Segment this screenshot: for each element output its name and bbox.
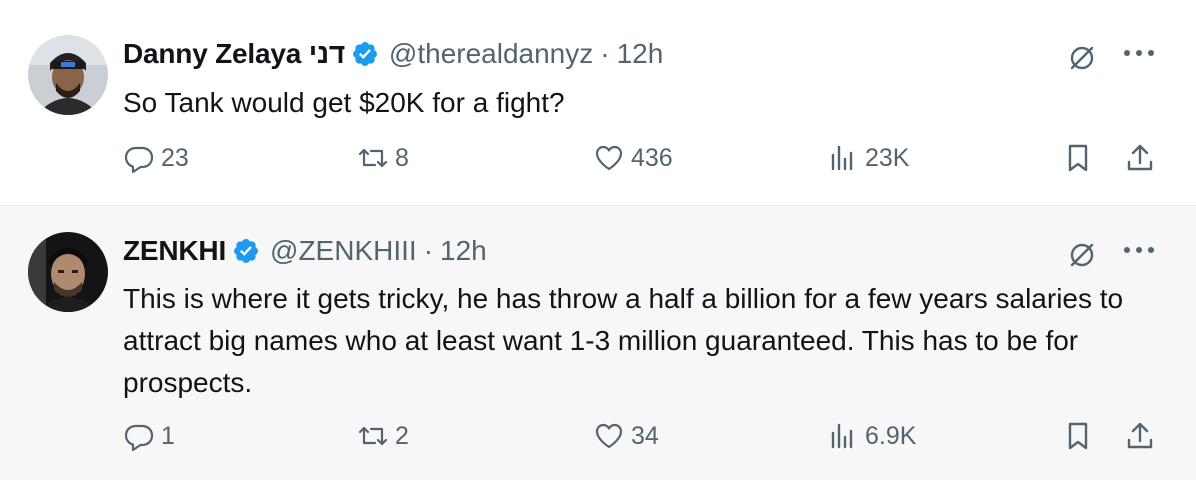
reply-count: 23 (161, 143, 189, 172)
avatar[interactable] (28, 232, 108, 312)
share-icon (1127, 144, 1153, 171)
share-button[interactable] (1124, 420, 1156, 452)
repost-count: 2 (395, 421, 409, 450)
timestamp[interactable]: 12h (440, 235, 487, 267)
view-count: 6.9K (865, 421, 917, 450)
like-button[interactable]: 436 (593, 142, 673, 174)
timestamp[interactable]: 12h (617, 38, 664, 70)
author-handle[interactable]: @ZENKHIII (270, 235, 417, 267)
views-icon (831, 145, 853, 171)
author-name[interactable]: Danny Zelaya דני (123, 38, 345, 70)
tweet[interactable]: Danny Zelaya דני @therealdannyz · 12h So… (0, 8, 1196, 206)
action-bar: 23 8 436 23K (0, 142, 1196, 182)
bookmark-button[interactable] (1062, 142, 1094, 174)
repost-icon (358, 148, 388, 168)
tweet[interactable]: ZENKHI @ZENKHIII · 12h This is where it … (0, 206, 1196, 480)
separator-dot: · (423, 235, 434, 266)
heart-icon (595, 423, 623, 449)
repost-button[interactable]: 8 (357, 142, 409, 174)
heart-icon (595, 145, 623, 171)
repost-icon (358, 426, 388, 446)
avatar[interactable] (28, 35, 108, 115)
bookmark-icon (1068, 422, 1088, 450)
views-icon (831, 423, 853, 449)
bookmark-icon (1068, 144, 1088, 172)
like-count: 34 (631, 421, 659, 450)
tweet-header: Danny Zelaya דני @therealdannyz · 12h (123, 38, 663, 70)
reply-icon (124, 424, 154, 452)
bookmark-button[interactable] (1062, 420, 1094, 452)
more-icon[interactable] (1124, 50, 1154, 62)
grok-icon[interactable] (1066, 42, 1098, 74)
views-button[interactable]: 23K (827, 142, 909, 174)
tweet-text: This is where it gets tricky, he has thr… (123, 283, 1124, 398)
avatar-image (28, 35, 108, 115)
action-bar: 1 2 34 6.9K (0, 420, 1196, 460)
repost-count: 8 (395, 143, 409, 172)
tweet-text: So Tank would get $20K for a fight? (123, 87, 565, 118)
reply-icon (124, 146, 154, 174)
view-count: 23K (865, 143, 910, 172)
author-name[interactable]: ZENKHI (123, 235, 226, 267)
author-handle[interactable]: @therealdannyz (389, 38, 593, 70)
timeline-feed: Danny Zelaya דני @therealdannyz · 12h So… (0, 0, 1196, 480)
like-button[interactable]: 34 (593, 420, 659, 452)
share-button[interactable] (1124, 142, 1156, 174)
separator-dot: · (600, 38, 610, 69)
reply-button[interactable]: 23 (123, 142, 189, 174)
share-icon (1127, 422, 1153, 449)
verified-badge-icon (232, 237, 260, 265)
grok-icon[interactable] (1066, 239, 1098, 271)
verified-badge-icon (351, 40, 379, 68)
tweet-header: ZENKHI @ZENKHIII · 12h (123, 235, 487, 267)
reply-count: 1 (161, 421, 175, 450)
avatar-image (28, 232, 108, 312)
repost-button[interactable]: 2 (357, 420, 409, 452)
views-button[interactable]: 6.9K (827, 420, 916, 452)
reply-button[interactable]: 1 (123, 420, 175, 452)
like-count: 436 (631, 143, 673, 172)
more-icon[interactable] (1124, 247, 1154, 259)
